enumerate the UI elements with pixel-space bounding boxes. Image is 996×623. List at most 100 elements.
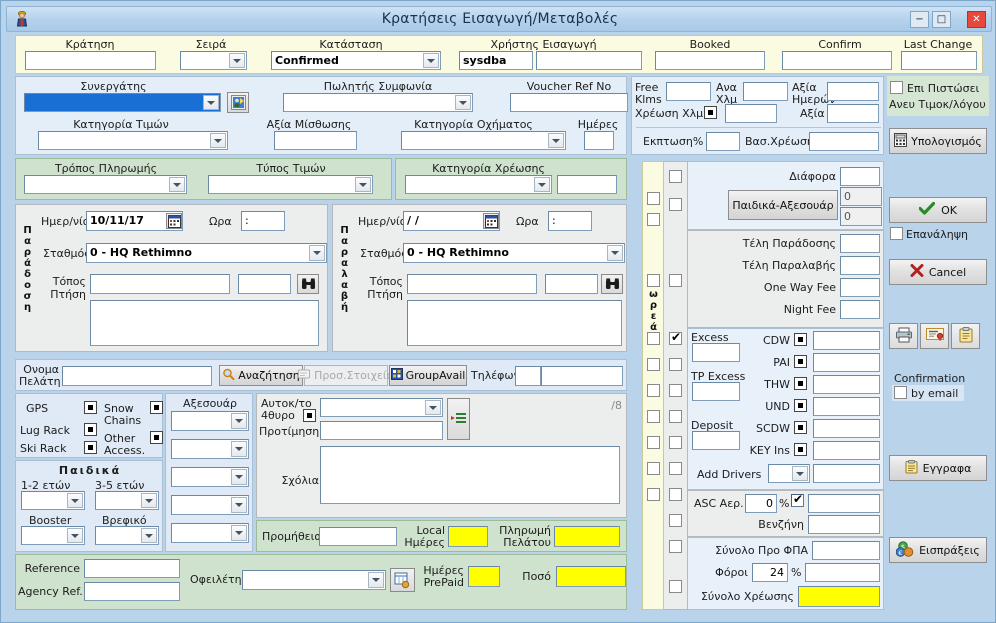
chevron-down-icon[interactable] <box>231 441 247 457</box>
car-select[interactable] <box>320 398 443 417</box>
price-category-select[interactable] <box>38 131 228 150</box>
booked-input[interactable] <box>655 51 765 70</box>
charge-category-extra-input[interactable] <box>557 175 617 194</box>
chevron-down-icon[interactable] <box>455 95 471 110</box>
chevron-down-icon[interactable] <box>67 528 83 543</box>
other-access-checkbox[interactable] <box>150 431 163 444</box>
accessory-select-5[interactable] <box>171 523 249 543</box>
chevron-down-icon[interactable] <box>169 177 185 192</box>
select-checkbox-tax[interactable] <box>669 580 682 593</box>
discount-input[interactable] <box>706 132 740 151</box>
voucher-ref-input[interactable] <box>510 93 628 112</box>
entry-user-extra-input[interactable] <box>536 51 642 70</box>
chevron-down-icon[interactable] <box>423 53 439 68</box>
snow-chains-checkbox[interactable] <box>150 401 163 414</box>
print-button[interactable] <box>889 323 918 349</box>
status-select[interactable]: Confirmed <box>271 51 441 70</box>
insurance-input-keyins[interactable] <box>813 441 880 460</box>
clipboard-button[interactable] <box>951 323 980 349</box>
chevron-down-icon[interactable] <box>231 413 247 429</box>
free-checkbox-8[interactable] <box>647 436 660 449</box>
commission-input[interactable] <box>319 527 397 546</box>
free-checkbox-3[interactable] <box>647 274 660 287</box>
age-3-5-select[interactable] <box>95 491 159 510</box>
phone-input[interactable] <box>541 366 623 386</box>
delivery-station-select[interactable]: 0 - HQ Rethimno <box>86 243 327 263</box>
receipts-button[interactable]: $ € Εισπράξεις <box>889 537 987 563</box>
km-charge-checkbox[interactable] <box>704 106 717 119</box>
subtotal-input[interactable] <box>812 541 880 560</box>
last-change-input[interactable] <box>901 51 977 70</box>
reference-input[interactable] <box>84 559 180 578</box>
free-checkbox-1[interactable] <box>647 192 660 205</box>
insurance-input-thw[interactable] <box>813 375 880 394</box>
insurance-input-scdw[interactable] <box>813 419 880 438</box>
select-checkbox-pai[interactable] <box>669 358 682 371</box>
person-lookup-icon-button[interactable] <box>227 92 249 113</box>
excess-input[interactable] <box>692 343 740 362</box>
local-days-input[interactable] <box>448 526 488 547</box>
chevron-down-icon[interactable] <box>309 245 325 261</box>
close-button[interactable]: ✕ <box>967 11 986 28</box>
chevron-down-icon[interactable] <box>141 528 157 543</box>
customer-name-input[interactable] <box>62 366 212 386</box>
prepaid-days-input[interactable] <box>468 566 500 587</box>
insurance-checkbox-thw[interactable] <box>794 377 807 390</box>
free-checkbox-2[interactable] <box>647 213 660 226</box>
credit-checkbox[interactable] <box>890 81 903 94</box>
children-accessories-value-2[interactable]: 0 <box>840 207 882 226</box>
chevron-down-icon[interactable] <box>67 493 83 508</box>
delivery-notes-input[interactable] <box>90 300 319 346</box>
calculate-button[interactable]: Υπολογισμός <box>889 128 987 154</box>
fuel-input[interactable] <box>808 515 880 534</box>
asc-percent-input[interactable]: 0 <box>745 494 777 513</box>
booking-input[interactable] <box>25 51 156 70</box>
chevron-down-icon[interactable] <box>368 572 384 588</box>
accessory-select-4[interactable] <box>171 495 249 515</box>
free-checkbox-9[interactable] <box>647 462 660 475</box>
chevron-down-icon[interactable] <box>210 133 226 148</box>
chevron-down-icon[interactable] <box>792 466 808 481</box>
phone-prefix-input[interactable] <box>515 366 541 386</box>
preference-input[interactable] <box>320 421 443 440</box>
select-checkbox-2[interactable] <box>669 198 682 211</box>
pickup-fee-input[interactable] <box>840 256 880 275</box>
children-accessories-button[interactable]: Παιδικά-Αξεσουάρ <box>728 190 838 220</box>
value-input[interactable] <box>827 104 879 123</box>
calendar-icon[interactable] <box>166 213 182 229</box>
chevron-down-icon[interactable] <box>141 493 157 508</box>
select-checkbox-cdw[interactable] <box>669 331 682 345</box>
chevron-down-icon[interactable] <box>203 95 219 110</box>
chevron-down-icon[interactable] <box>231 497 247 513</box>
rental-value-input[interactable] <box>274 131 357 150</box>
tp-excess-input[interactable] <box>692 382 740 401</box>
payment-method-select[interactable] <box>24 175 187 194</box>
baby-seat-select[interactable] <box>95 526 159 545</box>
agency-ref-input[interactable] <box>84 582 180 601</box>
delivery-flight-input[interactable] <box>238 274 291 294</box>
chevron-down-icon[interactable] <box>231 469 247 485</box>
series-select[interactable] <box>180 51 247 70</box>
pickup-notes-input[interactable] <box>407 300 622 346</box>
select-checkbox-adddrivers[interactable] <box>669 488 682 501</box>
chevron-down-icon[interactable] <box>425 400 441 415</box>
km-charge-input[interactable] <box>725 104 777 123</box>
select-checkbox-fuel[interactable] <box>669 540 682 553</box>
vehicle-category-select[interactable] <box>401 131 566 150</box>
select-checkbox-scdw[interactable] <box>669 436 682 449</box>
select-checkbox-thw[interactable] <box>669 384 682 397</box>
add-drivers-select[interactable] <box>768 464 810 483</box>
per-km-input[interactable] <box>743 82 788 101</box>
by-email-checkbox[interactable] <box>894 386 907 399</box>
chevron-down-icon[interactable] <box>607 245 623 261</box>
comments-input[interactable] <box>320 446 620 504</box>
chevron-down-icon[interactable] <box>355 177 371 192</box>
pickup-place-input[interactable] <box>407 274 537 294</box>
free-checkbox-10[interactable] <box>647 488 660 501</box>
chevron-down-icon[interactable] <box>548 133 564 148</box>
days-input[interactable] <box>584 131 614 150</box>
night-fee-input[interactable] <box>840 300 880 319</box>
cancel-button[interactable]: Cancel <box>889 259 987 285</box>
documents-button[interactable]: Εγγραφα <box>889 455 987 481</box>
ski-rack-checkbox[interactable] <box>84 441 97 454</box>
